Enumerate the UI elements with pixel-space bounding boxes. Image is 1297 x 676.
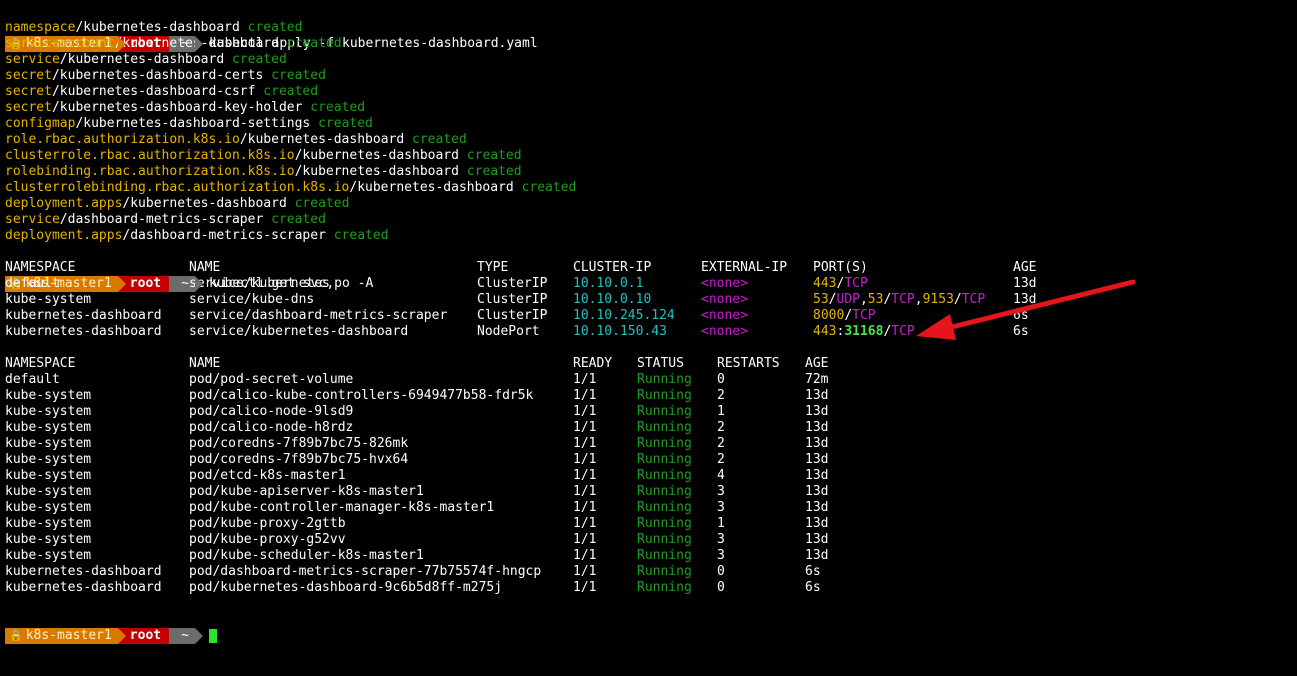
terminal-window[interactable]: 🔒 k8s-master1 root ~ kubectl apply -f kub… — [0, 0, 1297, 644]
terminal-cursor[interactable] — [208, 629, 217, 643]
prompt-dir-segment: ~ — [169, 628, 203, 644]
annotation-arrow — [916, 279, 1136, 340]
prompt-host-segment: 🔒 k8s-master1 — [5, 628, 126, 644]
lock-icon: 🔒 — [9, 629, 23, 642]
